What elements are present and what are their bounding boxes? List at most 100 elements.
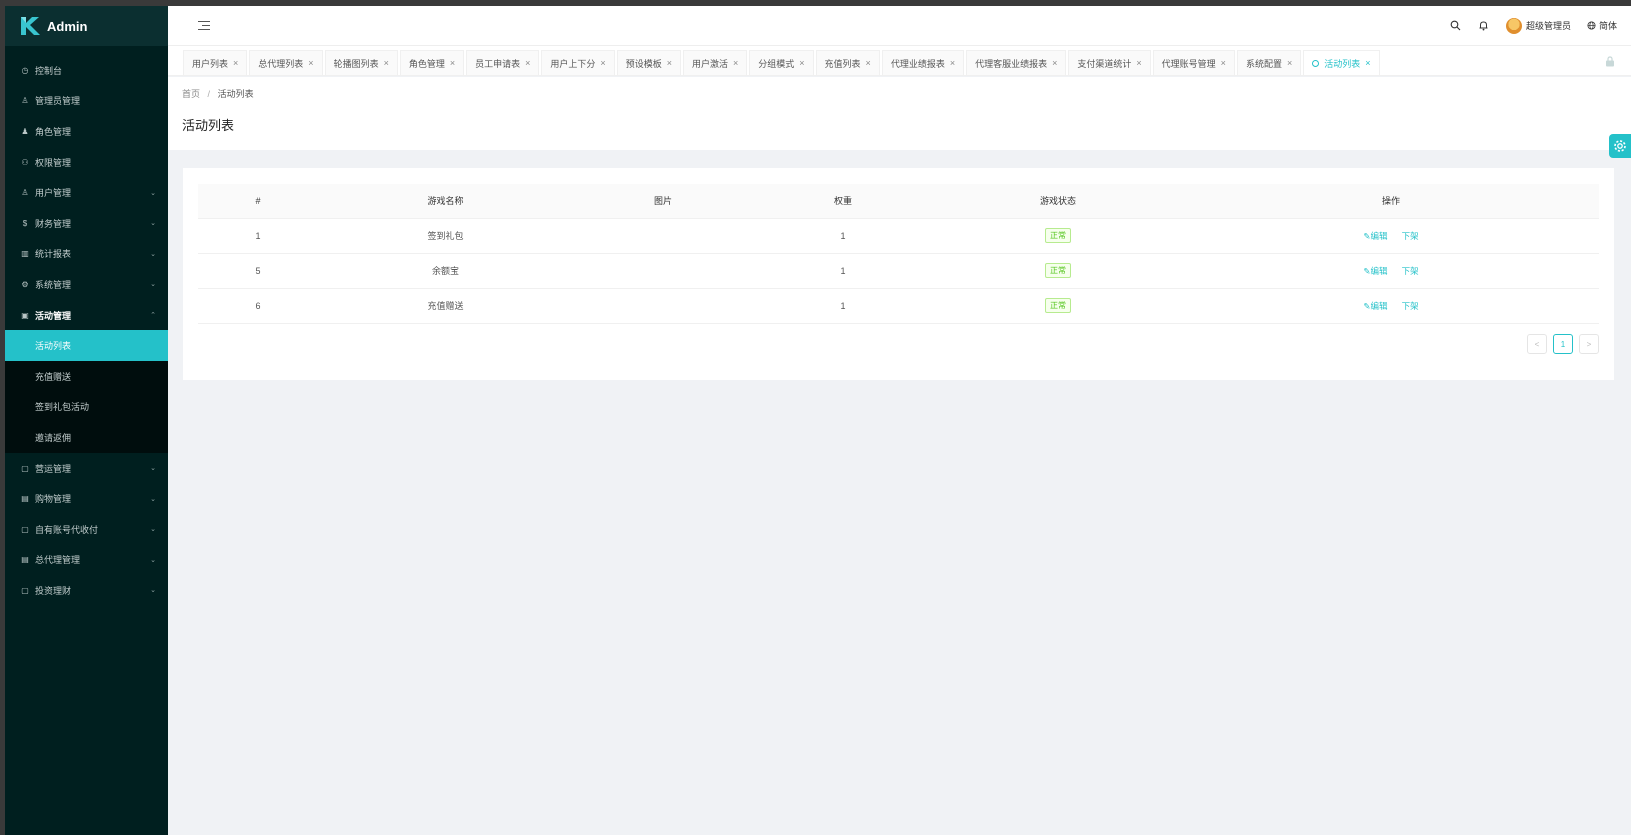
- page-number-button[interactable]: 1: [1553, 334, 1573, 354]
- sidebar-item[interactable]: ▥ 统计报表 ⌄: [5, 239, 168, 270]
- close-icon[interactable]: ×: [384, 58, 389, 68]
- search-icon[interactable]: [1450, 20, 1462, 32]
- chart-icon: ▥: [21, 249, 29, 259]
- sidebar-item[interactable]: ▤ 总代理管理 ⌄: [5, 545, 168, 576]
- sidebar-item[interactable]: ▣ 活动管理 ⌃: [5, 300, 168, 331]
- tab[interactable]: 用户上下分 ×: [541, 50, 615, 75]
- sidebar-item[interactable]: ▤ 购物管理 ⌄: [5, 483, 168, 514]
- cell-status: 正常: [933, 218, 1183, 254]
- close-icon[interactable]: ×: [1221, 58, 1226, 68]
- tab-label: 用户激活: [691, 58, 728, 69]
- tab[interactable]: 系统配置 ×: [1236, 50, 1302, 75]
- sidebar-item[interactable]: ♙ 用户管理 ⌄: [5, 177, 168, 208]
- tab[interactable]: 用户激活 ×: [682, 50, 748, 75]
- top-header: 超级管理员 简体: [168, 6, 1631, 46]
- sidebar-item[interactable]: ♙ 管理员管理: [5, 86, 168, 117]
- shop-icon: ▤: [21, 494, 29, 504]
- sidebar-menu: ◷ 控制台 ♙ 管理员管理 ♟ 角色管理 ⚇ 权限管理 ♙ 用户管理 ⌄ $ 财务管理 ⌄ ▥ 统计报表 ⌄ ⚙ 系…: [5, 46, 168, 606]
- cell-name: 签到礼包: [318, 218, 573, 254]
- close-icon[interactable]: ×: [799, 58, 804, 68]
- tab[interactable]: 代理客服业绩报表 ×: [966, 50, 1067, 75]
- sidebar-item[interactable]: ▢ 自有账号代收付 ⌄: [5, 514, 168, 545]
- tab[interactable]: 代理账号管理 ×: [1152, 50, 1235, 75]
- status-badge: 正常: [1045, 298, 1071, 313]
- offline-button[interactable]: 下架: [1402, 301, 1419, 311]
- offline-button[interactable]: 下架: [1402, 231, 1419, 241]
- close-icon[interactable]: ×: [866, 58, 871, 68]
- tab[interactable]: 支付渠道统计 ×: [1068, 50, 1151, 75]
- sidebar-item[interactable]: ⚙ 系统管理 ⌄: [5, 269, 168, 300]
- edit-label: 编辑: [1370, 300, 1388, 311]
- page-title: 活动列表: [182, 118, 235, 133]
- chevron-down-icon: ⌄: [150, 587, 156, 595]
- breadcrumb-home[interactable]: 首页: [182, 89, 200, 99]
- close-icon[interactable]: ×: [233, 58, 238, 68]
- collapse-menu-button[interactable]: [198, 20, 212, 32]
- submenu-item[interactable]: 签到礼包活动: [5, 392, 168, 423]
- close-icon[interactable]: ×: [450, 58, 455, 68]
- sidebar-item[interactable]: ⚇ 权限管理: [5, 147, 168, 178]
- sidebar-item-label: 用户管理: [35, 188, 72, 199]
- tab[interactable]: 员工申请表 ×: [466, 50, 540, 75]
- next-page-button[interactable]: >: [1579, 334, 1599, 354]
- prev-page-button[interactable]: <: [1527, 334, 1547, 354]
- column-header: 权重: [753, 184, 933, 219]
- close-icon[interactable]: ×: [1287, 58, 1292, 68]
- app-title: Admin: [47, 18, 88, 34]
- logo[interactable]: Admin: [5, 6, 168, 46]
- sidebar-item[interactable]: $ 财务管理 ⌄: [5, 208, 168, 239]
- close-icon[interactable]: ×: [1136, 58, 1141, 68]
- tab[interactable]: 角色管理 ×: [399, 50, 465, 75]
- tab-label: 用户上下分: [550, 58, 596, 69]
- tab[interactable]: 用户列表 ×: [183, 50, 248, 75]
- sidebar-item-label: 统计报表: [35, 249, 72, 260]
- cell-id: 1: [198, 218, 318, 254]
- submenu-item[interactable]: 充值赠送: [5, 361, 168, 392]
- close-icon[interactable]: ×: [308, 58, 313, 68]
- tab-label: 系统配置: [1245, 58, 1282, 69]
- sidebar-item[interactable]: ◷ 控制台: [5, 55, 168, 86]
- chevron-down-icon: ⌄: [150, 189, 156, 197]
- cell-status: 正常: [933, 253, 1183, 289]
- user-icon: ♙: [21, 96, 29, 106]
- tab[interactable]: 轮播图列表 ×: [324, 50, 398, 75]
- submenu: 活动列表 充值赠送 签到礼包活动 邀请返佣: [5, 330, 168, 453]
- edit-button[interactable]: ✎编辑: [1363, 301, 1387, 311]
- tab[interactable]: 总代理列表 ×: [249, 50, 323, 75]
- tab[interactable]: 代理业绩报表 ×: [881, 50, 965, 75]
- edit-button[interactable]: ✎编辑: [1363, 231, 1387, 241]
- close-icon[interactable]: ×: [667, 58, 672, 68]
- document-icon: ▤: [21, 555, 29, 565]
- edit-button[interactable]: ✎编辑: [1363, 266, 1387, 276]
- tab[interactable]: 充值列表 ×: [815, 50, 880, 75]
- tab[interactable]: 分组模式 ×: [749, 50, 814, 75]
- close-icon[interactable]: ×: [733, 58, 738, 68]
- cell-weight: 1: [753, 218, 933, 254]
- close-icon[interactable]: ×: [1052, 58, 1057, 68]
- tab-label: 代理客服业绩报表: [975, 58, 1048, 69]
- language-switch[interactable]: 简体: [1587, 19, 1617, 32]
- settings-drawer-button[interactable]: [1609, 134, 1631, 158]
- sidebar-item[interactable]: ▢ 投资理财 ⌄: [5, 575, 168, 606]
- breadcrumb-separator: /: [207, 89, 211, 99]
- money-icon: $: [22, 218, 28, 228]
- bell-icon[interactable]: [1478, 20, 1490, 32]
- column-header: 操作: [1183, 184, 1599, 219]
- sidebar-item[interactable]: ▢ 营运管理 ⌄: [5, 453, 168, 484]
- sidebar-item-label: 营运管理: [35, 463, 72, 474]
- close-icon[interactable]: ×: [600, 58, 605, 68]
- edit-label: 编辑: [1370, 230, 1388, 241]
- submenu-item[interactable]: 活动列表: [5, 330, 168, 361]
- close-icon[interactable]: ×: [1365, 58, 1370, 68]
- offline-button[interactable]: 下架: [1402, 266, 1419, 276]
- close-icon[interactable]: ×: [950, 58, 955, 68]
- tab[interactable]: 活动列表 ×: [1303, 50, 1380, 75]
- table-row: 5 余额宝 1 正常 ✎编辑 下架: [198, 253, 1599, 289]
- sidebar-item[interactable]: ♟ 角色管理: [5, 116, 168, 147]
- close-icon[interactable]: ×: [525, 58, 530, 68]
- lock-icon[interactable]: [1605, 56, 1615, 67]
- tab[interactable]: 预设模板 ×: [616, 50, 681, 75]
- user-menu[interactable]: 超级管理员: [1505, 17, 1571, 34]
- submenu-item[interactable]: 邀请返佣: [5, 422, 168, 453]
- tab-label: 代理业绩报表: [890, 58, 945, 69]
